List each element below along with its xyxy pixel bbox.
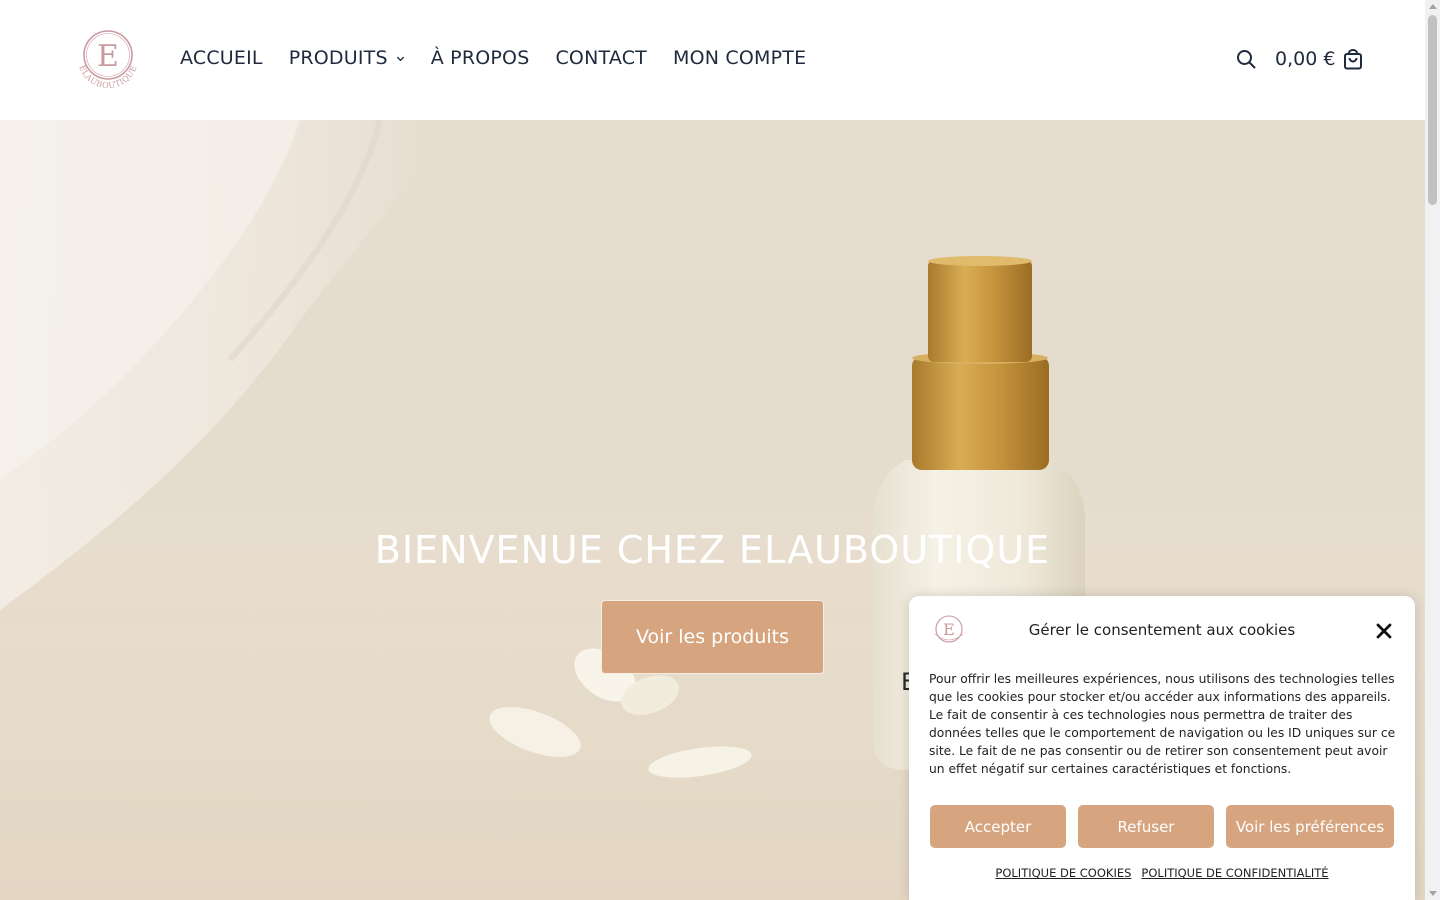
- header-actions: 0,00 €: [1236, 48, 1363, 70]
- chevron-down-icon: [396, 56, 404, 61]
- cart-total: 0,00 €: [1275, 48, 1336, 70]
- cookie-description: Pour offrir les meilleures expériences, …: [929, 672, 1396, 776]
- privacy-policy-link[interactable]: POLITIQUE DE CONFIDENTIALITÉ: [1141, 866, 1328, 880]
- cookie-title: Gérer le consentement aux cookies: [1028, 621, 1296, 639]
- cart-button[interactable]: 0,00 €: [1275, 48, 1363, 70]
- nav-label: MON COMPTE: [672, 47, 807, 69]
- cookie-policy-link[interactable]: POLITIQUE DE COOKIES: [995, 866, 1131, 880]
- scroll-up-arrow-icon[interactable]: [1429, 4, 1437, 9]
- nav-item-produits[interactable]: PRODUITS: [289, 47, 405, 69]
- scrollbar-thumb[interactable]: [1428, 15, 1437, 205]
- hero-title: BIENVENUE CHEZ ELAUBOUTIQUE: [374, 528, 1051, 572]
- scroll-down-arrow-icon[interactable]: [1429, 891, 1437, 896]
- nav-item-contact[interactable]: CONTACT: [555, 47, 647, 69]
- search-icon[interactable]: [1236, 49, 1256, 69]
- cookie-consent-dialog: E Gérer le consentement aux cookies Pour…: [909, 596, 1415, 900]
- shopping-bag-icon: [1344, 48, 1363, 69]
- nav-item-accueil[interactable]: ACCUEIL: [180, 47, 263, 69]
- nav-label: ACCUEIL: [180, 47, 263, 69]
- nav-item-a-propos[interactable]: À PROPOS: [431, 47, 530, 69]
- accept-cookies-button[interactable]: Accepter: [930, 805, 1066, 848]
- nav-item-mon-compte[interactable]: MON COMPTE: [673, 47, 806, 69]
- page-scrollbar[interactable]: [1425, 0, 1440, 900]
- nav-label: CONTACT: [555, 47, 647, 69]
- site-logo[interactable]: E ELAUBOUTIQUE: [72, 28, 144, 92]
- main-nav: ACCUEIL PRODUITS À PROPOS CONTACT MON CO…: [180, 47, 832, 69]
- view-products-button[interactable]: Voir les produits: [601, 600, 824, 674]
- logo-emblem: E ELAUBOUTIQUE: [77, 30, 138, 90]
- nav-label: PRODUITS: [288, 47, 388, 69]
- view-preferences-button[interactable]: Voir les préférences: [1226, 805, 1394, 848]
- close-icon[interactable]: [1375, 622, 1393, 640]
- cookie-policy-links: POLITIQUE DE COOKIES POLITIQUE DE CONFID…: [909, 866, 1415, 880]
- nav-label: À PROPOS: [430, 47, 530, 69]
- logo-letter: E: [97, 39, 119, 74]
- refuse-cookies-button[interactable]: Refuser: [1078, 805, 1214, 848]
- site-header: E ELAUBOUTIQUE ACCUEIL PRODUITS À PROPOS…: [0, 0, 1425, 120]
